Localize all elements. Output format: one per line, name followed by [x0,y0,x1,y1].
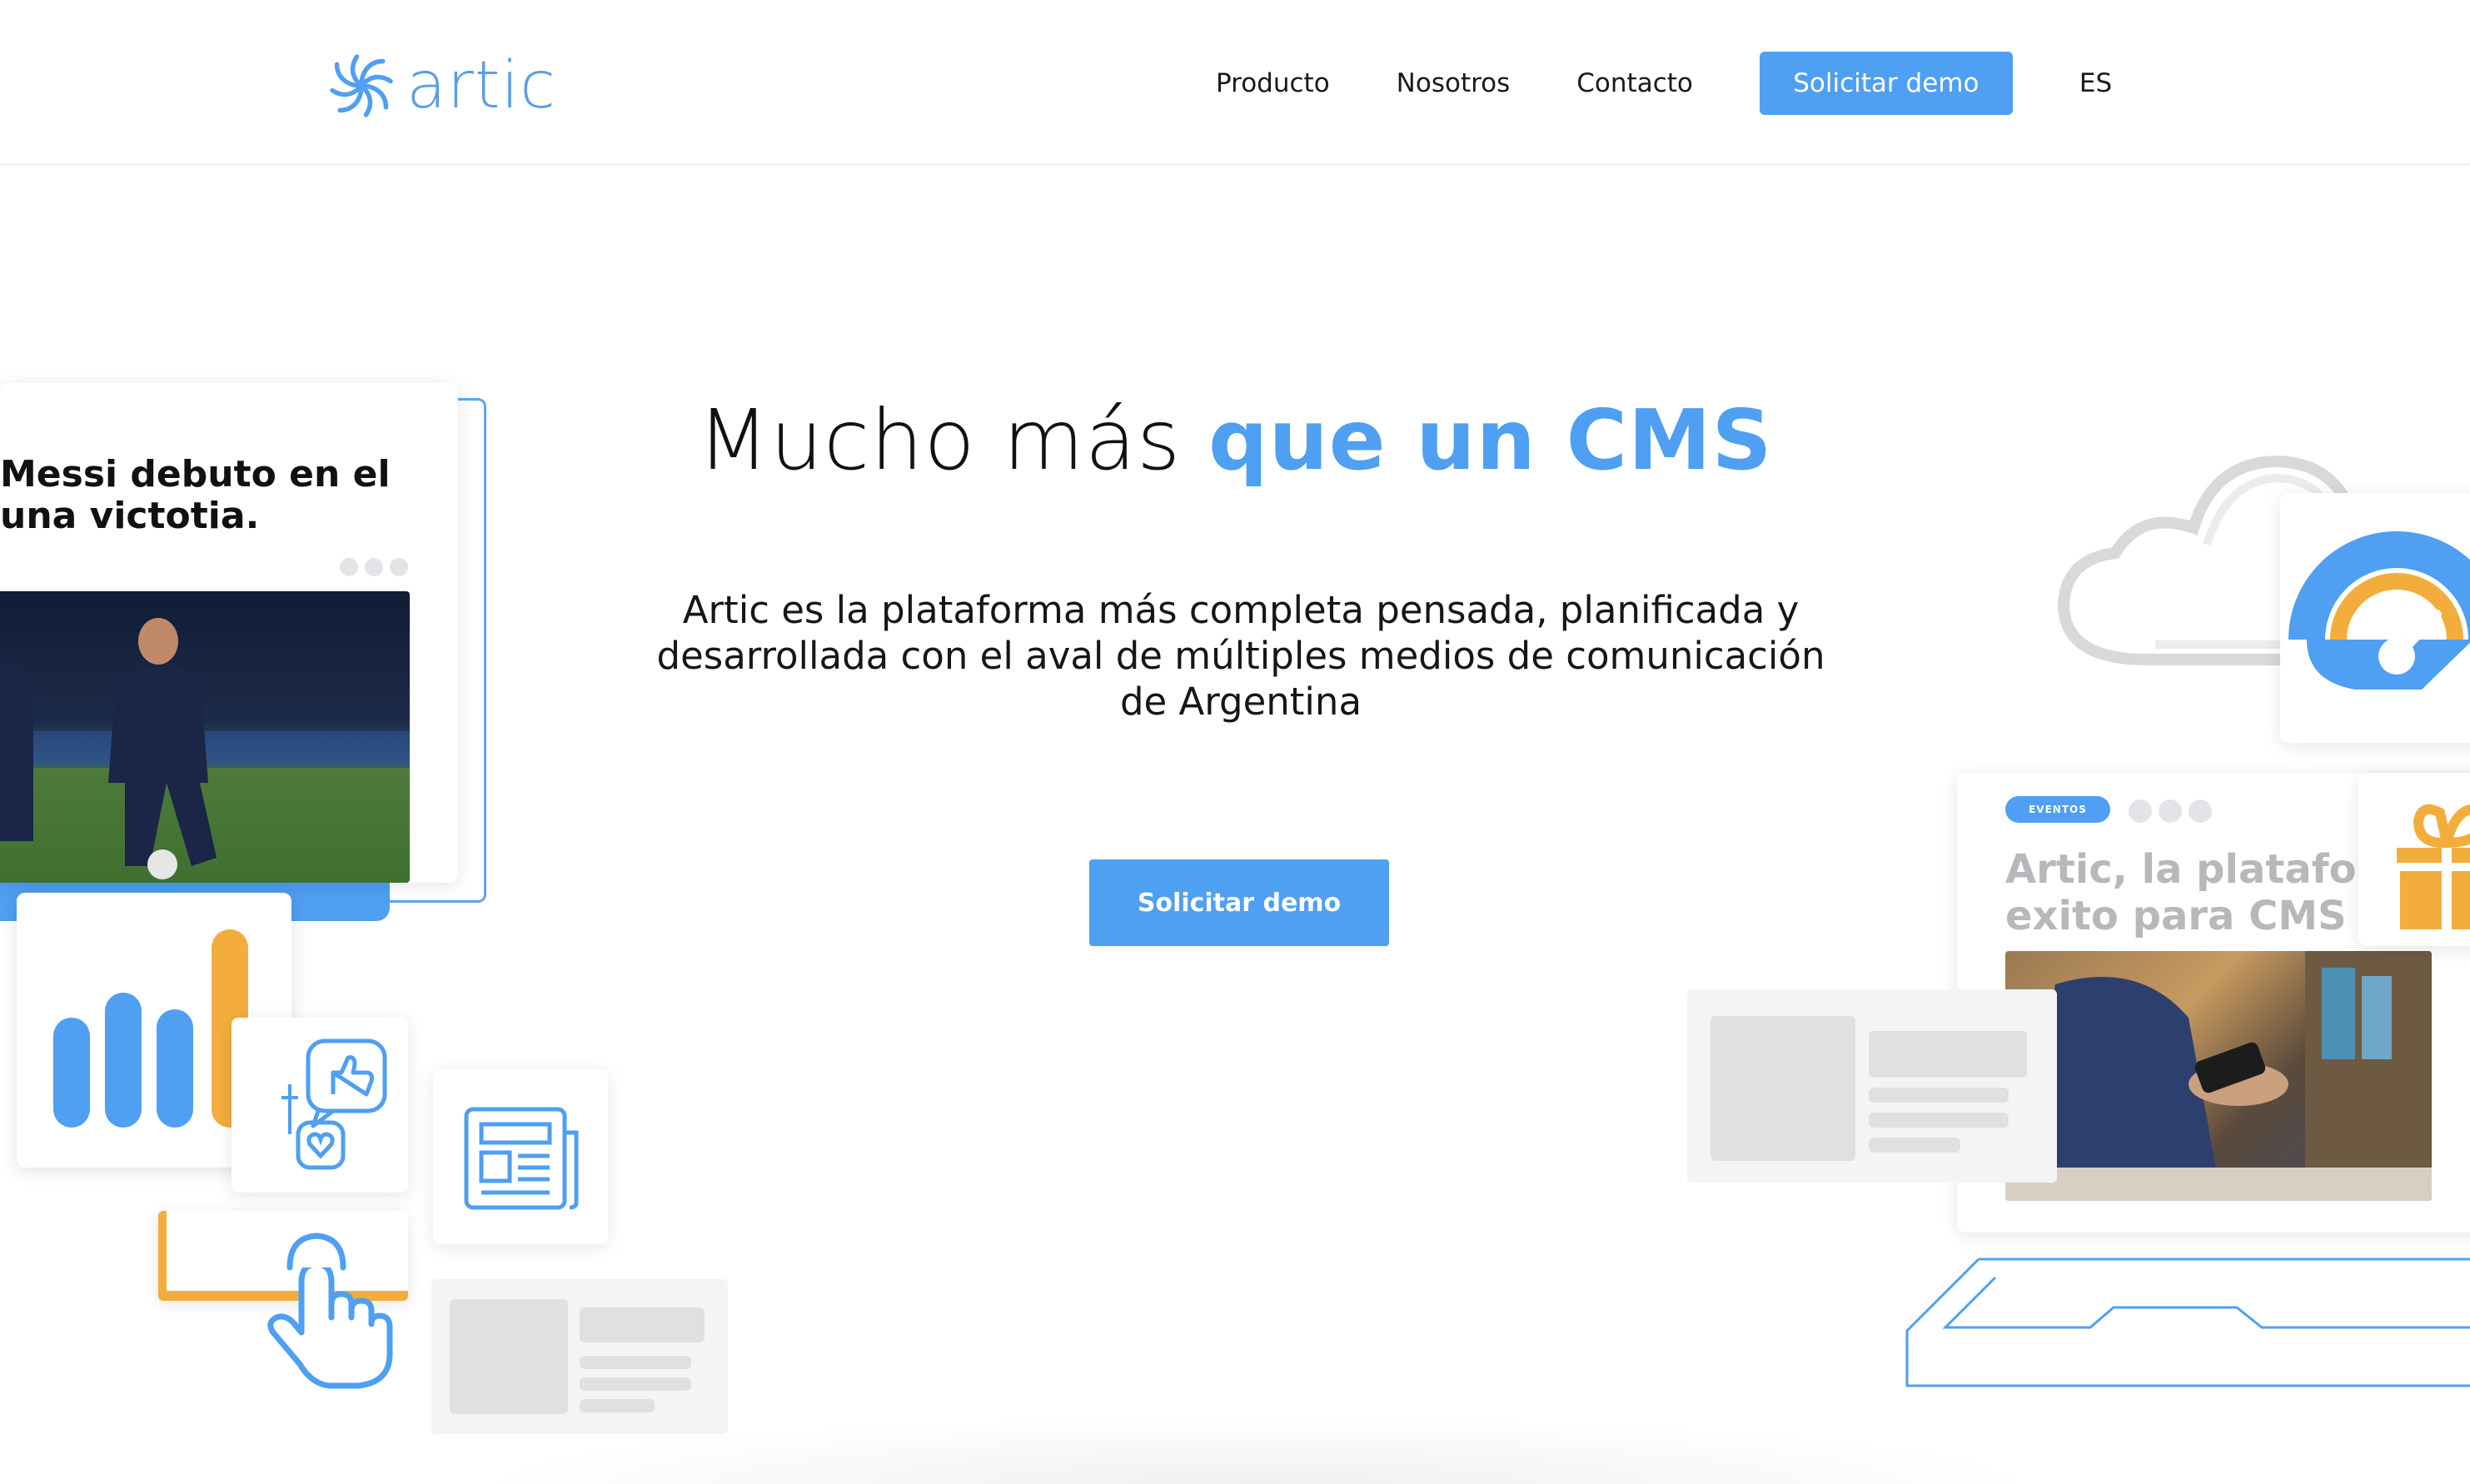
article-photo [2005,951,2432,1201]
heart-icon [296,1120,346,1170]
news-card-headline-line2: una victotia. [0,495,260,537]
hero-title-accent: que un CMS [1208,391,1773,489]
brand-name: artic [406,48,557,123]
hero-subtitle: Artic es la plataforma más completa pens… [656,588,1825,724]
placeholder-card-left [431,1279,728,1434]
main-nav: Producto Nosotros Contacto Solicitar dem… [1216,50,2112,117]
language-selector[interactable]: ES [2079,68,2112,98]
nav-link-contacto[interactable]: Contacto [1576,68,1693,98]
speedometer-icon [2288,531,2470,690]
gift-icon [2397,804,2470,929]
news-card-headline: Messi debuto en el una victotia. [0,454,450,537]
brand-logo[interactable]: artic [323,45,556,127]
newspaper-icon [464,1107,579,1210]
pointer-hand-icon [267,1233,393,1389]
thumbs-up-icon [306,1038,387,1128]
swirl-logo-icon [330,54,393,117]
hero-request-demo-button[interactable]: Solicitar demo [1089,859,1389,946]
news-card: Messi debuto en el una victotia. [0,383,458,883]
nav-link-nosotros[interactable]: Nosotros [1397,68,1511,98]
news-card-photo [0,591,410,883]
gift-card [2358,773,2470,946]
placeholder-card-right [1687,989,2057,1183]
performance-card [2280,493,2470,743]
nav-request-demo-button[interactable]: Solicitar demo [1759,52,2013,115]
newspaper-card [433,1069,608,1244]
nav-link-producto[interactable]: Producto [1216,68,1330,98]
social-card [232,1018,408,1193]
article-badge: EVENTOS [2005,796,2110,823]
news-card-headline-line1: Messi debuto en el [0,454,391,495]
article-card-dots [2129,799,2212,823]
hero-title-plain: Mucho más [697,391,1209,489]
news-card-dots [340,558,408,576]
bottom-shadow [466,1416,2049,1484]
site-header: artic Producto Nosotros Contacto Solicit… [0,0,2470,166]
laptop-icon [1905,1257,2470,1387]
